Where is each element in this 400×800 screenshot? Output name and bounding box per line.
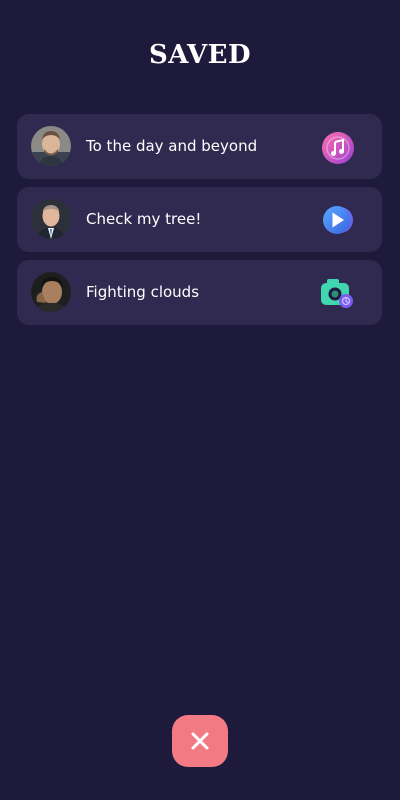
avatar [31, 272, 71, 312]
item-title: To the day and beyond [86, 137, 258, 155]
item-title: Check my tree! [86, 210, 202, 228]
camera-icon [317, 274, 357, 314]
close-button[interactable] [172, 715, 228, 767]
item-title: Fighting clouds [86, 283, 200, 301]
list-item[interactable]: Fighting clouds [17, 260, 382, 325]
list-item[interactable]: To the day and beyond [17, 114, 382, 179]
avatar [31, 199, 71, 239]
music-icon [317, 128, 357, 168]
page-title: SAVED [148, 40, 252, 70]
close-icon [172, 732, 228, 750]
list-item[interactable]: Check my tree! [17, 187, 382, 252]
play-icon [317, 201, 357, 241]
avatar [31, 126, 71, 166]
saved-list: To the day and beyond Check my tree! Fig… [17, 114, 382, 333]
